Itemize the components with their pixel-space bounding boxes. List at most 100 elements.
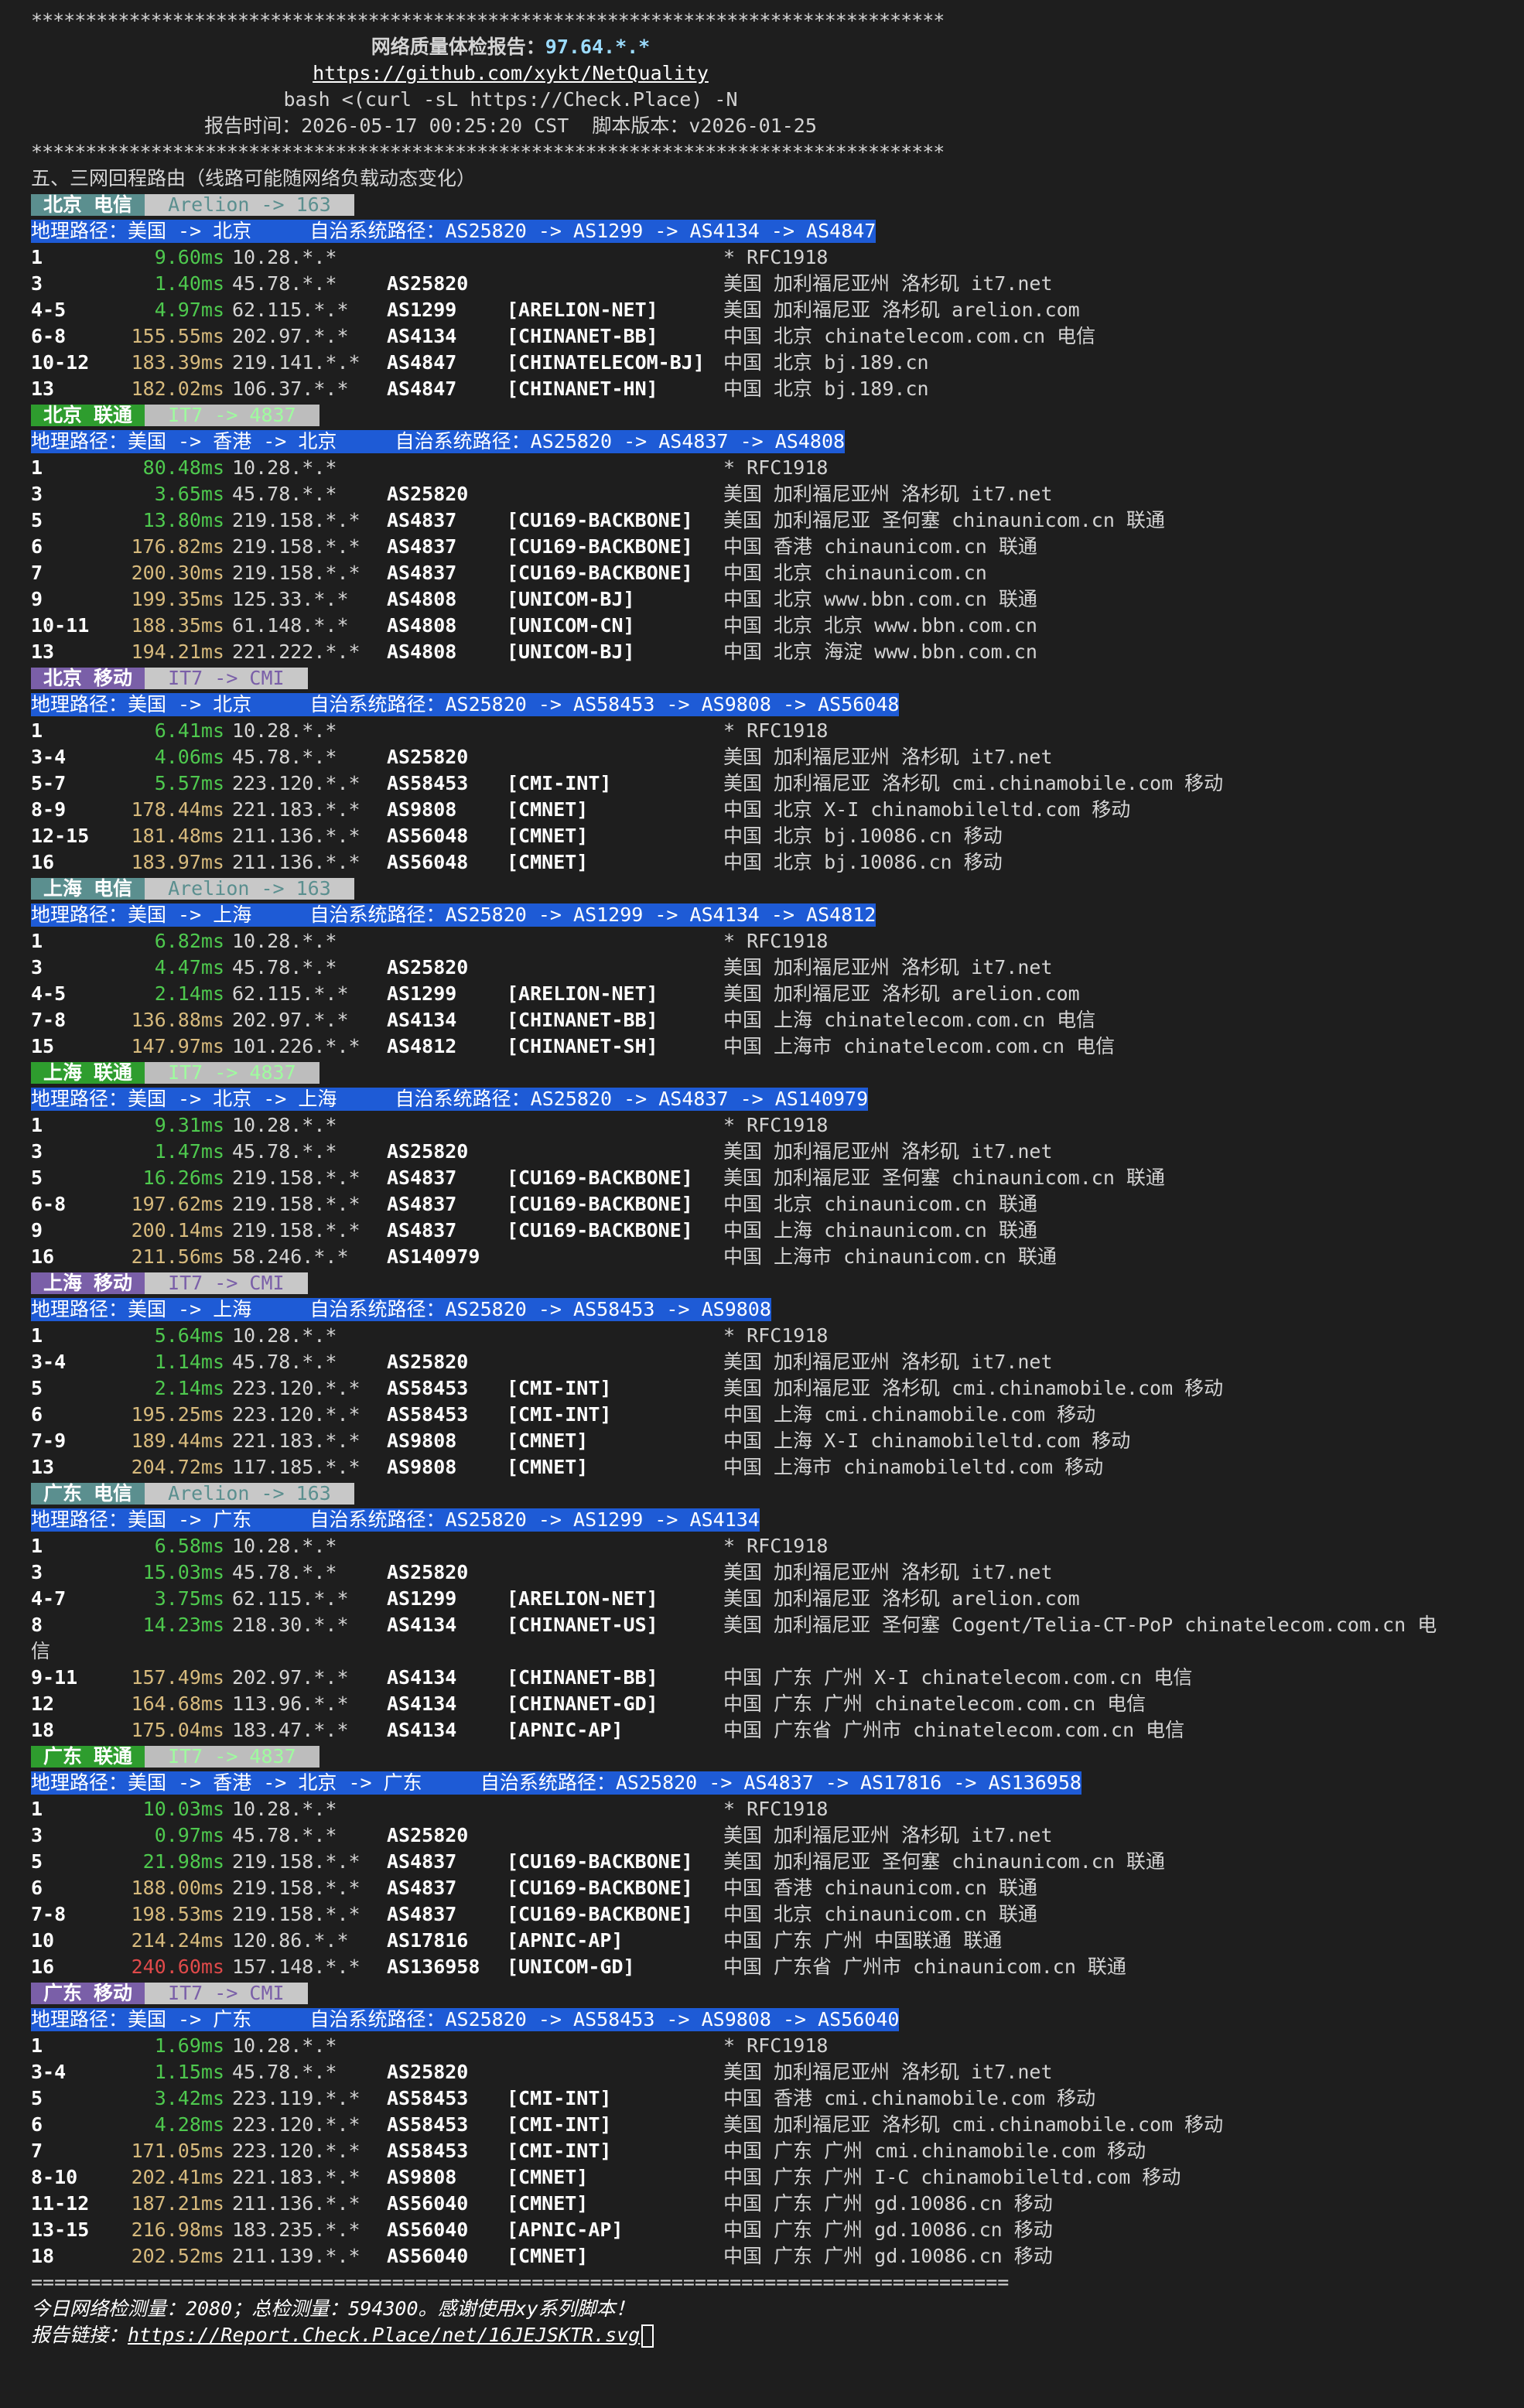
hop-ip: 117.185.*.*	[232, 1456, 360, 1478]
hop-asn: AS4837	[387, 1877, 457, 1899]
hop-number: 10-12	[31, 351, 90, 374]
hop-tag: [CMNET]	[507, 2245, 589, 2267]
hop-ip: 223.120.*.*	[232, 772, 360, 794]
hop-latency: 157.49ms	[131, 1666, 224, 1689]
route-path: 地理路径：美国 -> 香港 -> 北京 自治系统路径：AS25820 -> AS…	[31, 430, 846, 453]
hop-ip: 45.78.*.*	[232, 1824, 337, 1846]
hop-latency: 15.03ms	[142, 1561, 224, 1583]
hop-number: 5	[31, 1377, 43, 1399]
route-header: 上海 电信 Arelion -> 163	[31, 876, 1524, 902]
hop-asn: AS4837	[387, 535, 457, 558]
report-title-label: 网络质量体检报告：	[371, 36, 545, 58]
route-path: 地理路径：美国 -> 北京 自治系统路径：AS25820 -> AS1299 -…	[31, 220, 876, 243]
hop-row: 1 10.03ms 10.28.*.* * RFC1918	[31, 1796, 1524, 1822]
hop-latency: 6.41ms	[154, 719, 224, 742]
hop-tag: [CU169-BACKBONE]	[507, 1219, 693, 1242]
report-link[interactable]: https://Report.Check.Place/net/16JEJSKTR…	[128, 2324, 640, 2346]
hop-ip: 202.97.*.*	[232, 1666, 349, 1689]
hop-geo: 中国 北京 chinatelecom.com.cn 电信	[723, 325, 1096, 347]
hop-latency: 4.28ms	[154, 2113, 224, 2136]
route-header: 北京 电信 Arelion -> 163	[31, 192, 1524, 218]
hop-row: 13 204.72ms 117.185.*.* AS9808 [CMNET] 中国 上海市…	[31, 1454, 1524, 1481]
hop-row: 3-4 4.06ms 45.78.*.* AS25820 美国 加利福尼亚州 洛杉矶 i…	[31, 744, 1524, 770]
hop-number: 6	[31, 1877, 43, 1899]
hop-latency: 2.14ms	[154, 1377, 224, 1399]
hop-tag: [CMI-INT]	[507, 1377, 612, 1399]
hop-ip: 219.158.*.*	[232, 535, 360, 558]
hop-asn: AS9808	[387, 2166, 457, 2188]
hop-ip: 10.28.*.*	[232, 1324, 337, 1347]
hop-geo: 中国 北京 chinaunicom.cn	[723, 562, 987, 584]
terminal-output: ****************************************…	[0, 0, 1524, 2348]
hop-asn: AS25820	[387, 272, 469, 295]
hop-row: 5 2.14ms 223.120.*.* AS58453 [CMI-INT] 美国 加利福…	[31, 1375, 1524, 1402]
hop-asn: AS4134	[387, 1719, 457, 1741]
hop-number: 8-10	[31, 2166, 78, 2188]
hop-geo: 美国 加利福尼亚 圣何塞 chinaunicom.cn 联通	[723, 1850, 1165, 1873]
hop-geo: 中国 上海 chinaunicom.cn 联通	[723, 1219, 1037, 1242]
hop-ip: 45.78.*.*	[232, 483, 337, 505]
hop-latency: 16.26ms	[142, 1166, 224, 1189]
hop-row: 10 214.24ms 120.86.*.* AS17816 [APNIC-AP] 中国 …	[31, 1928, 1524, 1954]
hop-row: 1 6.41ms 10.28.*.* * RFC1918	[31, 718, 1524, 744]
hop-geo: 中国 北京 www.bbn.com.cn 联通	[723, 588, 1037, 610]
hop-ip: 221.183.*.*	[232, 2166, 360, 2188]
hop-ip: 221.183.*.*	[232, 1429, 360, 1452]
hop-geo: 美国 加利福尼亚州 洛杉矶 it7.net	[723, 1351, 1053, 1373]
hop-ip: 62.115.*.*	[232, 1587, 349, 1610]
hop-geo: 中国 香港 chinaunicom.cn 联通	[723, 535, 1037, 558]
hop-row: 12 164.68ms 113.96.*.* AS4134 [CHINANET-GD] 中…	[31, 1691, 1524, 1717]
hop-asn: AS4134	[387, 1666, 457, 1689]
route-path: 地理路径：美国 -> 上海 自治系统路径：AS25820 -> AS1299 -…	[31, 903, 876, 927]
hop-number: 13	[31, 640, 55, 663]
hop-row: 9 200.14ms 219.158.*.* AS4837 [CU169-BACKBON…	[31, 1218, 1524, 1244]
hop-asn: AS25820	[387, 1561, 469, 1583]
hop-tag: [CMI-INT]	[507, 2140, 612, 2162]
report-time: 报告时间：2026-05-17 00:25:20 CST 脚本版本：v2026-…	[204, 114, 817, 137]
header-star-rule: ****************************************…	[31, 9, 945, 32]
route-list: 北京 电信 Arelion -> 163 地理路径：美国 -> 北京 自治系统路径：…	[31, 192, 1524, 2270]
hop-geo: 美国 加利福尼亚 洛杉矶 arelion.com	[723, 982, 1080, 1005]
hop-ip: 120.86.*.*	[232, 1929, 349, 1952]
hop-latency: 6.58ms	[154, 1535, 224, 1557]
hop-geo: 中国 北京 北京 www.bbn.com.cn	[723, 614, 1037, 637]
hop-asn: AS1299	[387, 1587, 457, 1610]
hop-row: 6 195.25ms 223.120.*.* AS58453 [CMI-INT] 中国 上…	[31, 1402, 1524, 1428]
hop-number: 3-4	[31, 2061, 67, 2083]
hop-row: 7 171.05ms 223.120.*.* AS58453 [CMI-INT] 中国 广…	[31, 2138, 1524, 2164]
hop-geo: 中国 北京 bj.10086.cn 移动	[723, 851, 1003, 873]
hop-row: 6-8 197.62ms 219.158.*.* AS4837 [CU169-BACKB…	[31, 1191, 1524, 1218]
hop-latency: 188.35ms	[131, 614, 224, 637]
route-path-line: 地理路径：美国 -> 北京 自治系统路径：AS25820 -> AS1299 -…	[31, 218, 1524, 244]
hop-tag: [CMNET]	[507, 1456, 589, 1478]
hop-latency: 4.47ms	[154, 956, 224, 979]
route-path-line: 地理路径：美国 -> 香港 -> 北京 自治系统路径：AS25820 -> AS…	[31, 429, 1524, 455]
route-block: 广东 移动 IT7 -> CMI 地理路径：美国 -> 广东 自治系统路径：AS25…	[31, 1980, 1524, 2270]
hop-number: 8-9	[31, 798, 67, 821]
hop-geo: 中国 广东 广州 chinatelecom.com.cn 电信	[723, 1692, 1146, 1715]
hop-geo: 中国 北京 chinaunicom.cn 联通	[723, 1903, 1037, 1925]
hop-latency: 0.97ms	[154, 1824, 224, 1846]
hop-asn: AS4837	[387, 1193, 457, 1215]
hop-ip: 10.28.*.*	[232, 456, 337, 479]
hop-geo: 美国 加利福尼亚州 洛杉矶 it7.net	[723, 483, 1053, 505]
hop-geo: * RFC1918	[723, 246, 829, 268]
hop-number: 3	[31, 272, 43, 295]
hop-number: 12	[31, 1692, 55, 1715]
hop-number: 4-7	[31, 1587, 67, 1610]
github-link[interactable]: https://github.com/xykt/NetQuality	[313, 62, 709, 84]
hop-ip: 45.78.*.*	[232, 272, 337, 295]
hop-tag: [CHINATELECOM-BJ]	[507, 351, 705, 374]
hop-latency: 9.60ms	[154, 246, 224, 268]
hop-number: 5	[31, 1166, 43, 1189]
hop-geo: 中国 香港 cmi.chinamobile.com 移动	[723, 2087, 1096, 2109]
hop-ip: 113.96.*.*	[232, 1692, 349, 1715]
hop-geo: 美国 加利福尼亚 洛杉矶 cmi.chinamobile.com 移动	[723, 2113, 1224, 2136]
hop-number: 1	[31, 1324, 43, 1347]
hop-tag: [CMI-INT]	[507, 772, 612, 794]
report-link-label: 报告链接：	[31, 2324, 128, 2346]
hop-geo: * RFC1918	[723, 719, 829, 742]
hop-number: 7-8	[31, 1903, 67, 1925]
hop-asn: AS9808	[387, 1456, 457, 1478]
hop-tag: [CHINANET-GD]	[507, 1692, 658, 1715]
